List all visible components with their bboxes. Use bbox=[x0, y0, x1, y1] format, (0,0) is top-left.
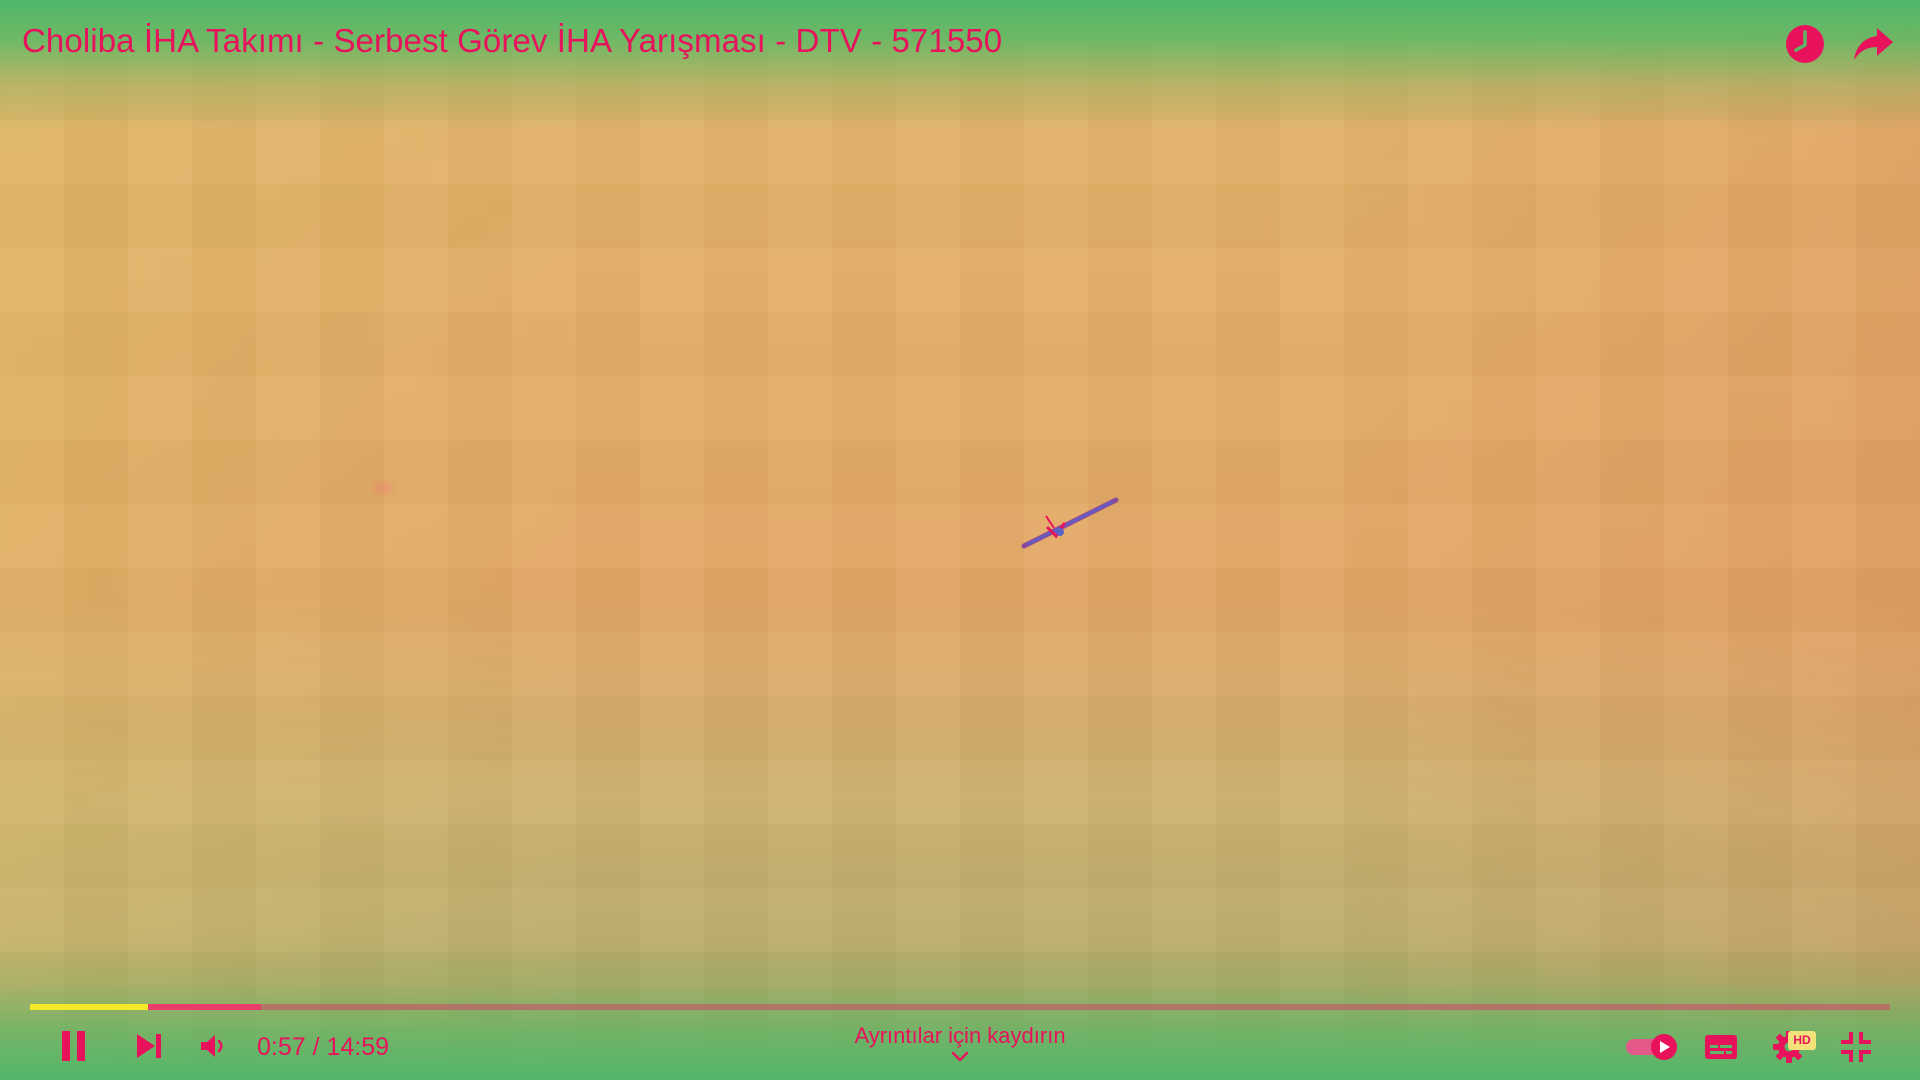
distant-object bbox=[368, 478, 398, 498]
scroll-for-details[interactable]: Ayrıntılar için kaydırın bbox=[810, 1023, 1110, 1063]
current-time: 0:57 bbox=[257, 1033, 306, 1061]
details-hint-label: Ayrıntılar için kaydırın bbox=[854, 1023, 1066, 1048]
video-player[interactable]: Choliba İHA Takımı - Serbest Görev İHA Y… bbox=[0, 0, 1920, 1080]
pause-button[interactable] bbox=[56, 1028, 92, 1064]
clock-icon bbox=[1786, 25, 1824, 63]
pause-icon bbox=[62, 1031, 85, 1061]
time-display: 0:57 / 14:59 bbox=[257, 1033, 389, 1062]
hd-badge: HD bbox=[1788, 1031, 1816, 1050]
aircraft-in-video bbox=[1020, 492, 1120, 552]
autoplay-toggle[interactable] bbox=[1624, 1032, 1684, 1062]
share-button[interactable] bbox=[1851, 22, 1895, 66]
video-frame[interactable] bbox=[0, 0, 1920, 1080]
captions-button[interactable] bbox=[1704, 1033, 1738, 1061]
next-icon bbox=[137, 1034, 161, 1058]
autoplay-toggle-icon bbox=[1626, 1034, 1677, 1060]
volume-icon bbox=[201, 1035, 223, 1057]
video-title[interactable]: Choliba İHA Takımı - Serbest Görev İHA Y… bbox=[22, 22, 1002, 60]
duration: 14:59 bbox=[326, 1033, 390, 1061]
exit-fullscreen-button[interactable] bbox=[1840, 1031, 1872, 1063]
exit-fullscreen-icon bbox=[1841, 1032, 1871, 1062]
chevron-down-icon bbox=[951, 1051, 969, 1062]
top-overlay bbox=[0, 0, 1920, 130]
progress-played bbox=[30, 1004, 148, 1010]
time-separator: / bbox=[305, 1033, 327, 1061]
captions-icon bbox=[1705, 1035, 1737, 1059]
volume-button[interactable] bbox=[198, 1031, 228, 1061]
watch-later-button[interactable] bbox=[1783, 22, 1827, 66]
next-button[interactable] bbox=[134, 1032, 164, 1060]
progress-bar[interactable] bbox=[30, 1004, 1890, 1010]
share-arrow-icon bbox=[1854, 28, 1893, 60]
